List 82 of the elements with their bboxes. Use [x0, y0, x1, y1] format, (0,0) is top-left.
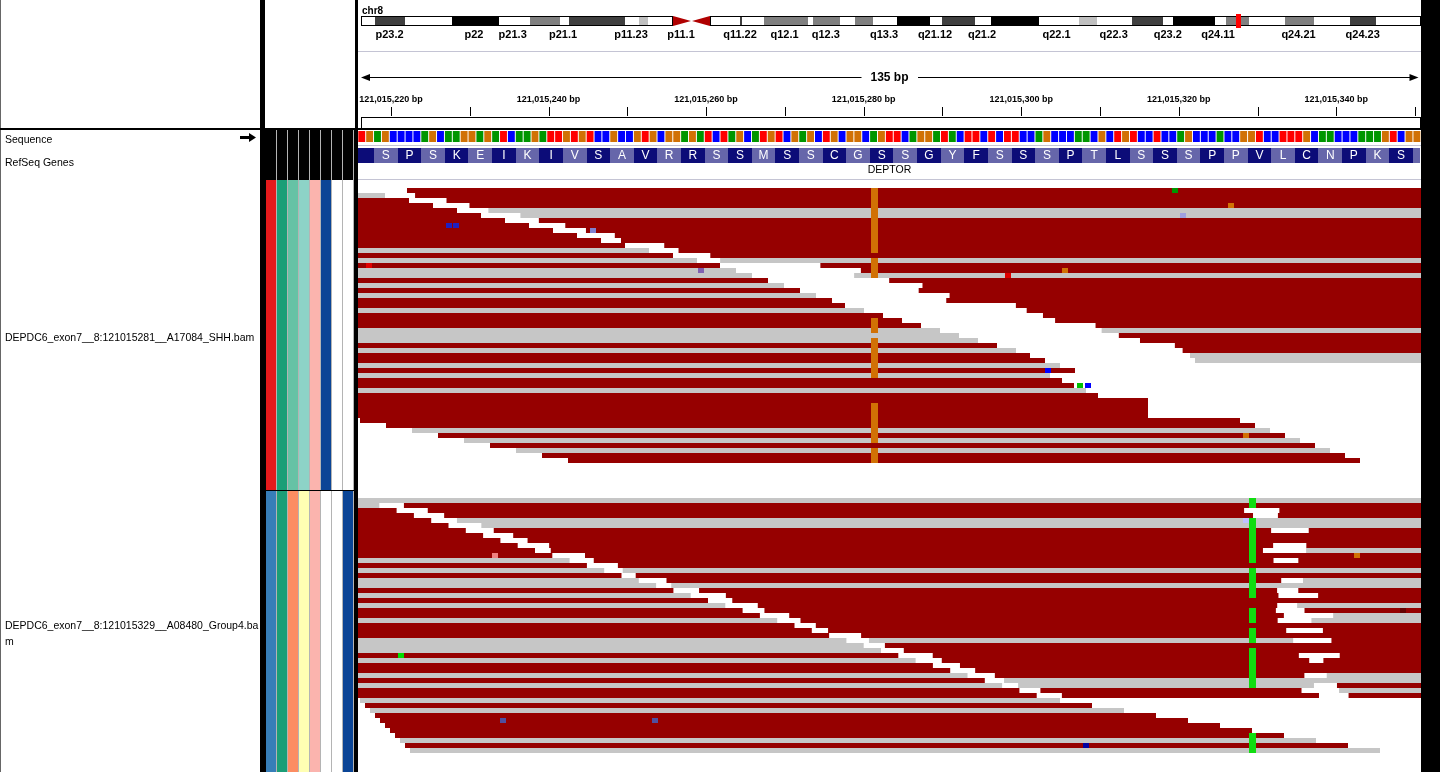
amino-acid: A — [610, 148, 634, 163]
amino-acid: S — [421, 148, 445, 163]
amino-acid: S — [1011, 148, 1036, 163]
band-label: p11.1 — [667, 28, 695, 40]
band-label: p21.3 — [498, 28, 527, 40]
band-label: p23.2 — [375, 28, 404, 40]
amino-acid: S — [728, 148, 752, 163]
amino-acid: T — [1082, 148, 1106, 163]
amino-acid: S — [775, 148, 799, 163]
amino-acid: R — [657, 148, 681, 163]
chromosome-name: chr8 — [362, 5, 384, 16]
amino-acid: P — [397, 148, 422, 163]
amino-acid: V — [633, 148, 658, 163]
amino-acid: S — [374, 148, 398, 163]
band-label: q21.12 — [917, 28, 953, 40]
track-name[interactable]: DEPDC6_exon7__8:121015281__A17084_SHH.bam — [5, 329, 255, 345]
ruler-tick-label: 121,015,220 bp — [359, 94, 423, 105]
right-arrow-icon — [917, 73, 1421, 82]
amino-acid: P — [1058, 148, 1083, 163]
band-label: p11.23 — [614, 28, 648, 40]
amino-acid: G — [917, 148, 941, 163]
amino-acid: I — [539, 148, 563, 163]
amino-acid: S — [1153, 148, 1177, 163]
band-label: q12.3 — [811, 28, 840, 40]
amino-acid: S — [987, 148, 1012, 163]
band-label: q13.3 — [869, 28, 899, 40]
amino-acid: E — [468, 148, 493, 163]
amino-acid: S — [1389, 148, 1413, 163]
left-arrow-icon — [358, 73, 862, 82]
band-label: q11.22 — [723, 28, 757, 40]
chromosome-ideogram[interactable] — [358, 14, 1421, 28]
amino-acid: S — [1035, 148, 1059, 163]
amino-acid: P — [1224, 148, 1248, 163]
amino-acid: V — [1247, 148, 1272, 163]
ruler-tick-label: 121,015,260 bp — [674, 94, 738, 105]
amino-acid: R — [680, 148, 705, 163]
band-label: q24.23 — [1345, 28, 1380, 40]
band-label: p21.1 — [548, 28, 578, 40]
amino-acid: S — [586, 148, 611, 163]
band-label: q22.3 — [1099, 28, 1128, 40]
band-label: q22.1 — [1042, 28, 1071, 40]
partial-codon-icon — [1412, 148, 1421, 163]
amino-acid: C — [822, 148, 847, 163]
amino-acid: S — [893, 148, 918, 163]
amino-acid: S — [1176, 148, 1201, 163]
amino-acid: K — [515, 148, 540, 163]
amino-acid: V — [562, 148, 587, 163]
amino-acid: N — [1318, 148, 1343, 163]
track-name[interactable]: Sequence — [5, 133, 53, 145]
ruler-tick-label: 121,015,340 bp — [1304, 94, 1369, 105]
amino-acid: M — [751, 148, 776, 163]
amino-acid: C — [1294, 148, 1319, 163]
ruler-tick-label: 121,015,320 bp — [1147, 94, 1211, 105]
amino-acid: P — [1200, 148, 1224, 163]
ruler-tick-label: 121,015,300 bp — [989, 94, 1053, 105]
track-name[interactable]: DEPDC6_exon7__8:121015329__A08480_Group4.bam — [5, 617, 260, 649]
amino-acid: I — [492, 148, 516, 163]
track-name[interactable]: RefSeq Genes — [5, 156, 74, 168]
amino-acid: L — [1271, 148, 1295, 163]
band-label: q24.21 — [1281, 28, 1316, 40]
band-label: p22 — [464, 28, 484, 40]
right-arrow-icon[interactable] — [240, 133, 256, 142]
amino-acid: P — [1342, 148, 1366, 163]
band-label: q21.2 — [967, 28, 997, 40]
amino-acid: K — [1365, 148, 1390, 163]
amino-acid: S — [1129, 148, 1154, 163]
amino-acid: Y — [940, 148, 965, 163]
partial-codon-icon — [358, 148, 375, 163]
amino-acid: S — [799, 148, 823, 163]
amino-acid: S — [869, 148, 894, 163]
gene-label: DEPTOR — [867, 163, 912, 175]
amino-acid: F — [964, 148, 988, 163]
span-label: 135 bp — [869, 70, 910, 85]
band-label: q24.11 — [1201, 28, 1235, 40]
amino-acid: L — [1105, 148, 1130, 163]
ruler-tick-label: 121,015,280 bp — [831, 94, 896, 105]
amino-acid: K — [444, 148, 469, 163]
band-label: q12.1 — [770, 28, 799, 40]
band-label: q23.2 — [1153, 28, 1182, 40]
amino-acid: S — [704, 148, 729, 163]
ruler-tick-label: 121,015,240 bp — [516, 94, 581, 105]
amino-acid: G — [846, 148, 870, 163]
